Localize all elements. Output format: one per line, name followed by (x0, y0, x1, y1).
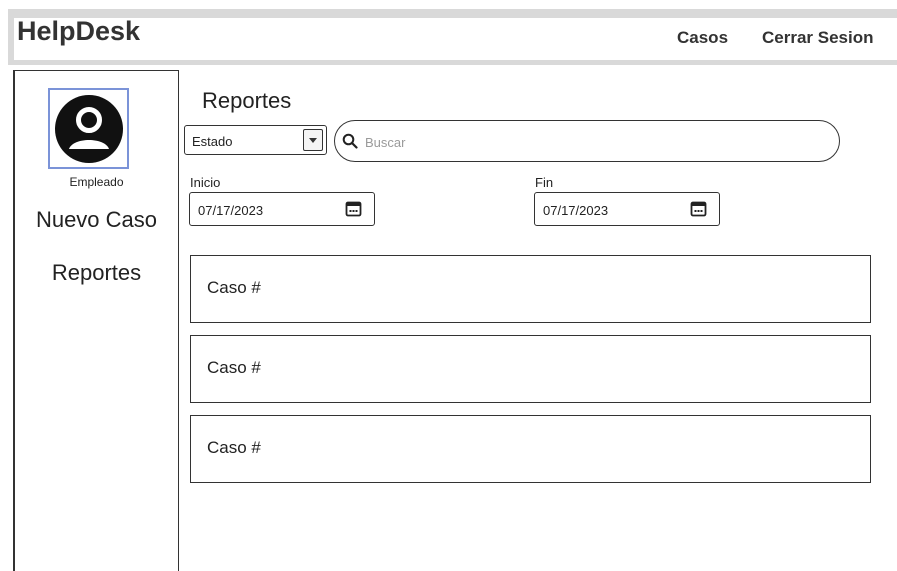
search-input[interactable] (363, 131, 827, 153)
sidebar-item-reportes[interactable]: Reportes (15, 260, 178, 286)
search-box[interactable] (334, 120, 840, 162)
inicio-date-field[interactable]: 07/17/2023 (189, 192, 375, 226)
case-card[interactable]: Caso # (190, 255, 871, 323)
case-card[interactable]: Caso # (190, 335, 871, 403)
user-circle-icon (54, 94, 123, 163)
case-label: Caso # (207, 438, 261, 457)
brand-logo[interactable]: HelpDesk (17, 16, 140, 47)
header: HelpDesk Casos Cerrar Sesion (14, 16, 897, 60)
inicio-label: Inicio (190, 175, 221, 190)
fin-date-field[interactable]: 07/17/2023 (534, 192, 720, 226)
estado-select-value: Estado (192, 134, 233, 149)
estado-select[interactable]: Estado (184, 125, 327, 155)
sidebar-item-nuevo-caso[interactable]: Nuevo Caso (15, 207, 178, 233)
sidebar: Empleado Nuevo Caso Reportes (13, 70, 179, 571)
page-title: Reportes (202, 88, 292, 113)
case-label: Caso # (207, 278, 261, 297)
caret-down-icon[interactable] (303, 129, 323, 151)
logout-link[interactable]: Cerrar Sesion (762, 28, 874, 48)
fin-label: Fin (535, 175, 554, 190)
nav-casos-link[interactable]: Casos (677, 28, 728, 48)
calendar-icon[interactable] (345, 200, 362, 217)
calendar-icon[interactable] (690, 200, 707, 217)
inicio-date-value: 07/17/2023 (198, 203, 264, 218)
search-icon (342, 133, 358, 149)
case-label: Caso # (207, 358, 261, 377)
avatar[interactable] (48, 88, 129, 169)
avatar-label: Empleado (69, 175, 124, 189)
fin-date-value: 07/17/2023 (543, 203, 609, 218)
case-card[interactable]: Caso # (190, 415, 871, 483)
